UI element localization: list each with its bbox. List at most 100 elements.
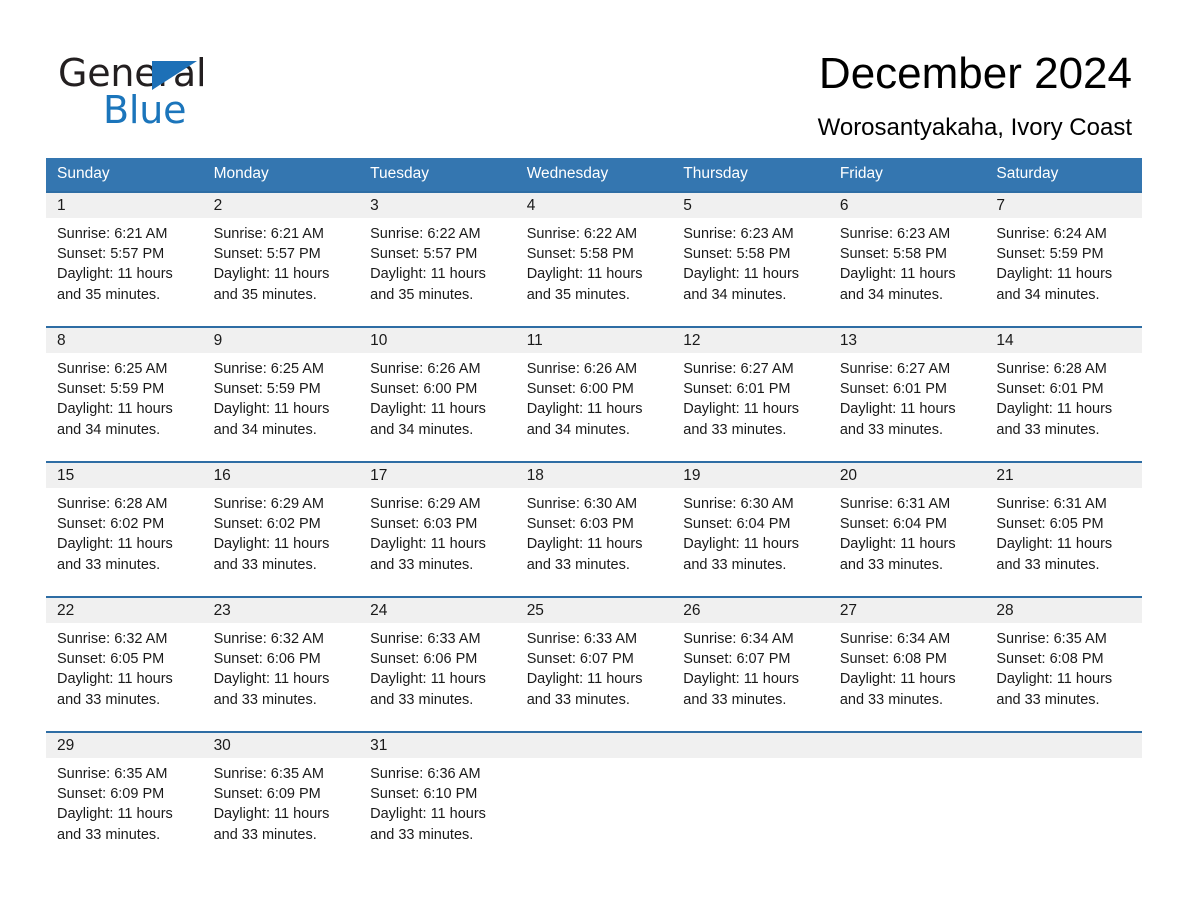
day-cell[interactable]: 13 Sunrise: 6:27 AM Sunset: 6:01 PM Dayligh… <box>828 326 986 462</box>
sunset-text: Sunset: 5:59 PM <box>996 246 1104 263</box>
day-number: 9 <box>213 332 223 349</box>
day-details: Sunrise: 6:35 AM Sunset: 6:09 PM Daylight:… <box>203 758 360 845</box>
sunrise-text: Sunrise: 6:28 AM <box>996 361 1107 377</box>
day-cell[interactable]: 8 Sunrise: 6:25 AM Sunset: 5:59 PM Daylight… <box>46 326 203 462</box>
daylight-text-line1: Daylight: 11 hours <box>683 536 800 553</box>
day-cell[interactable]: 19 Sunrise: 6:30 AM Sunset: 6:04 PM Dayligh… <box>672 461 829 597</box>
daylight-text-line1: Daylight: 11 hours <box>996 671 1113 688</box>
sunset-text: Sunset: 6:01 PM <box>683 381 791 398</box>
week-row: 29 Sunrise: 6:35 AM Sunset: 6:09 PM Dayligh… <box>46 731 1142 866</box>
daynum-band: 28 <box>985 598 1142 623</box>
day-details: Sunrise: 6:21 AM Sunset: 5:57 PM Daylight:… <box>203 218 360 305</box>
day-cell[interactable]: 3 Sunrise: 6:22 AM Sunset: 5:57 PM Daylight… <box>359 191 516 327</box>
daylight-text-line2: and 33 minutes. <box>996 421 1100 438</box>
day-cell[interactable]: 21 Sunrise: 6:31 AM Sunset: 6:05 PM Dayligh… <box>985 461 1142 597</box>
calendar-grid: Sunday Monday Tuesday Wednesday Thursday… <box>46 158 1142 866</box>
day-cell[interactable]: 24 Sunrise: 6:33 AM Sunset: 6:06 PM Dayligh… <box>359 596 516 732</box>
sunrise-text: Sunrise: 6:32 AM <box>57 631 168 647</box>
daylight-text-line2: and 33 minutes. <box>370 556 474 573</box>
sunrise-text: Sunrise: 6:24 AM <box>996 226 1107 242</box>
day-cell[interactable]: 14 Sunrise: 6:28 AM Sunset: 6:01 PM Dayligh… <box>985 326 1142 462</box>
day-cell[interactable]: 30 Sunrise: 6:35 AM Sunset: 6:09 PM Dayligh… <box>202 731 360 866</box>
sunrise-text: Sunrise: 6:21 AM <box>57 226 168 242</box>
sunrise-text: Sunrise: 6:31 AM <box>996 496 1107 512</box>
daylight-text-line2: and 33 minutes. <box>683 556 787 573</box>
day-details: Sunrise: 6:25 AM Sunset: 5:59 PM Daylight:… <box>46 353 203 440</box>
day-details: Sunrise: 6:32 AM Sunset: 6:06 PM Daylight:… <box>203 623 360 710</box>
daylight-text-line1: Daylight: 11 hours <box>526 266 643 283</box>
day-cell[interactable]: 18 Sunrise: 6:30 AM Sunset: 6:03 PM Dayligh… <box>515 461 673 597</box>
daynum-band: 13 <box>828 328 986 353</box>
sunset-text: Sunset: 6:07 PM <box>526 651 634 668</box>
day-cell[interactable]: 17 Sunrise: 6:29 AM Sunset: 6:03 PM Dayligh… <box>359 461 516 597</box>
sunrise-text: Sunrise: 6:22 AM <box>370 226 481 242</box>
day-cell[interactable]: 27 Sunrise: 6:34 AM Sunset: 6:08 PM Dayligh… <box>828 596 986 732</box>
sunset-text: Sunset: 5:57 PM <box>213 246 321 263</box>
sunrise-text: Sunrise: 6:29 AM <box>213 496 324 512</box>
daylight-text-line2: and 33 minutes. <box>213 691 317 708</box>
sunset-text: Sunset: 6:02 PM <box>213 516 321 533</box>
day-cell[interactable]: 12 Sunrise: 6:27 AM Sunset: 6:01 PM Dayligh… <box>672 326 829 462</box>
day-cell[interactable]: 28 Sunrise: 6:35 AM Sunset: 6:08 PM Dayligh… <box>985 596 1142 732</box>
day-cell[interactable]: 2 Sunrise: 6:21 AM Sunset: 5:57 PM Daylight… <box>202 191 360 327</box>
day-cell[interactable]: 4 Sunrise: 6:22 AM Sunset: 5:58 PM Daylight… <box>515 191 673 327</box>
day-cell[interactable]: 7 Sunrise: 6:24 AM Sunset: 5:59 PM Daylight… <box>985 191 1142 327</box>
day-cell[interactable]: 25 Sunrise: 6:33 AM Sunset: 6:07 PM Dayligh… <box>515 596 673 732</box>
day-cell[interactable]: 29 Sunrise: 6:35 AM Sunset: 6:09 PM Dayligh… <box>46 731 203 866</box>
daynum-band: 19 <box>672 463 829 488</box>
day-cell[interactable]: 16 Sunrise: 6:29 AM Sunset: 6:02 PM Dayligh… <box>202 461 360 597</box>
day-details: Sunrise: 6:30 AM Sunset: 6:04 PM Daylight:… <box>672 488 829 575</box>
daylight-text-line1: Daylight: 11 hours <box>683 266 800 283</box>
day-cell[interactable]: 10 Sunrise: 6:26 AM Sunset: 6:00 PM Dayligh… <box>359 326 516 462</box>
daynum-band <box>672 733 829 758</box>
day-cell[interactable]: 6 Sunrise: 6:23 AM Sunset: 5:58 PM Daylight… <box>828 191 986 327</box>
generalblue-logo[interactable]: General Blue <box>58 52 318 131</box>
day-cell[interactable]: 5 Sunrise: 6:23 AM Sunset: 5:58 PM Daylight… <box>672 191 829 327</box>
day-number: 29 <box>57 737 75 754</box>
daylight-text-line1: Daylight: 11 hours <box>996 401 1113 418</box>
day-details: Sunrise: 6:24 AM Sunset: 5:59 PM Daylight:… <box>985 218 1142 305</box>
sunset-text: Sunset: 6:04 PM <box>683 516 791 533</box>
day-cell[interactable]: 9 Sunrise: 6:25 AM Sunset: 5:59 PM Daylight… <box>202 326 360 462</box>
daynum-band: 17 <box>359 463 516 488</box>
day-number: 23 <box>213 602 231 619</box>
day-cell[interactable]: 22 Sunrise: 6:32 AM Sunset: 6:05 PM Dayligh… <box>46 596 203 732</box>
day-cell[interactable]: 11 Sunrise: 6:26 AM Sunset: 6:00 PM Dayligh… <box>515 326 673 462</box>
daylight-text-line2: and 34 minutes. <box>57 421 161 438</box>
daylight-text-line2: and 34 minutes. <box>526 421 630 438</box>
daylight-text-line1: Daylight: 11 hours <box>57 401 173 418</box>
daynum-band <box>515 733 673 758</box>
daylight-text-line2: and 33 minutes. <box>526 556 630 573</box>
day-number: 26 <box>683 602 701 619</box>
daylight-text-line1: Daylight: 11 hours <box>839 401 956 418</box>
day-details: Sunrise: 6:31 AM Sunset: 6:04 PM Daylight:… <box>829 488 986 575</box>
title-block: December 2024 Worosantyakaha, Ivory Coas… <box>818 48 1132 142</box>
daylight-text-line1: Daylight: 11 hours <box>370 806 486 823</box>
day-cell[interactable]: 26 Sunrise: 6:34 AM Sunset: 6:07 PM Dayligh… <box>672 596 829 732</box>
sunset-text: Sunset: 5:57 PM <box>370 246 478 263</box>
weekday-header-row: Sunday Monday Tuesday Wednesday Thursday… <box>46 158 1142 192</box>
day-cell[interactable]: 1 Sunrise: 6:21 AM Sunset: 5:57 PM Daylight… <box>46 191 203 327</box>
daylight-text-line2: and 33 minutes. <box>996 691 1100 708</box>
day-details: Sunrise: 6:33 AM Sunset: 6:07 PM Daylight:… <box>516 623 673 710</box>
sunset-text: Sunset: 6:05 PM <box>996 516 1104 533</box>
day-cell[interactable]: 15 Sunrise: 6:28 AM Sunset: 6:02 PM Dayligh… <box>46 461 203 597</box>
day-number: 5 <box>683 197 692 214</box>
day-number: 11 <box>526 332 543 349</box>
day-number: 22 <box>57 602 75 619</box>
daylight-text-line2: and 35 minutes. <box>213 286 317 303</box>
sunset-text: Sunset: 6:07 PM <box>683 651 791 668</box>
day-details: Sunrise: 6:27 AM Sunset: 6:01 PM Daylight:… <box>672 353 829 440</box>
day-cell[interactable]: 31 Sunrise: 6:36 AM Sunset: 6:10 PM Dayligh… <box>359 731 516 866</box>
day-details: Sunrise: 6:27 AM Sunset: 6:01 PM Daylight:… <box>829 353 986 440</box>
daylight-text-line1: Daylight: 11 hours <box>57 806 173 823</box>
daynum-band: 8 <box>46 328 203 353</box>
daylight-text-line2: and 33 minutes. <box>996 556 1100 573</box>
day-details: Sunrise: 6:26 AM Sunset: 6:00 PM Daylight:… <box>516 353 673 440</box>
sunset-text: Sunset: 5:58 PM <box>526 246 634 263</box>
daynum-band: 5 <box>672 193 829 218</box>
day-cell[interactable]: 20 Sunrise: 6:31 AM Sunset: 6:04 PM Dayligh… <box>828 461 986 597</box>
daylight-text-line2: and 35 minutes. <box>57 286 161 303</box>
day-number: 31 <box>370 737 388 754</box>
day-cell[interactable]: 23 Sunrise: 6:32 AM Sunset: 6:06 PM Dayligh… <box>202 596 360 732</box>
